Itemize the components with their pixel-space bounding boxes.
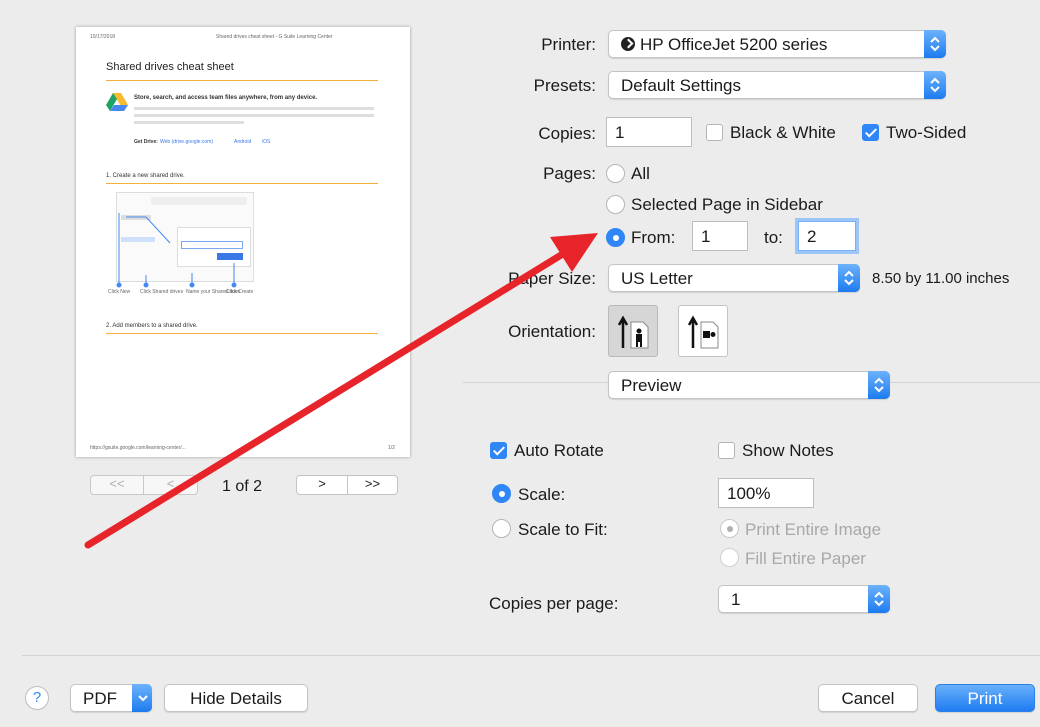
preview-divider: [106, 80, 378, 81]
pdf-chevron-down-icon: [132, 684, 152, 712]
pages-selected-radio[interactable]: [606, 195, 625, 214]
preview-step-4: Click Create: [226, 289, 254, 295]
copies-label: Copies:: [538, 124, 596, 143]
preview-back-nav: << <: [90, 475, 198, 495]
scale-to-fit-radio[interactable]: [492, 519, 511, 538]
preview-header-date: 10/17/2018: [90, 34, 116, 40]
paper-size-popup[interactable]: US Letter: [608, 264, 860, 292]
portrait-icon: [617, 315, 649, 349]
preview-link-ios: iOS: [262, 139, 271, 145]
preview-intro-heading: Store, search, and access team files any…: [134, 95, 318, 101]
presets-value: Default Settings: [621, 76, 742, 95]
auto-rotate-label: Auto Rotate: [514, 441, 604, 460]
pdf-menu-button[interactable]: PDF: [70, 684, 152, 712]
paper-size-dimensions: 8.50 by 11.00 inches: [872, 270, 1010, 287]
paper-size-chevron-icon: [838, 264, 860, 292]
copies-per-page-chevron-icon: [868, 585, 890, 613]
section-popup[interactable]: Preview: [608, 371, 890, 399]
preview-step-1: Click New: [108, 289, 131, 295]
pages-to-field[interactable]: 2: [798, 221, 856, 251]
portrait-orientation-button[interactable]: [608, 305, 658, 357]
preview-forward-nav: > >>: [296, 475, 398, 495]
printer-value: HP OfficeJet 5200 series: [640, 35, 828, 54]
help-button[interactable]: ?: [25, 686, 49, 710]
show-notes-label: Show Notes: [742, 441, 834, 460]
fill-entire-paper-radio[interactable]: [720, 548, 739, 567]
preview-link-android: Android: [234, 139, 252, 145]
pages-from-field[interactable]: 1: [692, 221, 748, 251]
preview-link-web: Web (drive.google.com): [160, 139, 213, 145]
preview-callout-lines: [116, 213, 237, 288]
pages-all-radio[interactable]: [606, 164, 625, 183]
pages-selected-label: Selected Page in Sidebar: [631, 195, 823, 214]
first-page-button[interactable]: <<: [91, 476, 143, 494]
pages-from-radio[interactable]: [606, 228, 625, 247]
preview-get-drive: Get Drive:: [134, 139, 158, 145]
preview-text-line: [134, 121, 244, 124]
next-page-button[interactable]: >: [297, 476, 347, 494]
pages-all-label: All: [631, 164, 650, 183]
preview-footer-page: 1/2: [388, 445, 395, 451]
preview-section-1: 1. Create a new shared drive.: [106, 173, 185, 179]
preview-text-line: [134, 114, 374, 117]
drive-logo-icon: [106, 93, 128, 111]
presets-popup[interactable]: Default Settings: [608, 71, 946, 99]
presets-label: Presets:: [533, 76, 596, 95]
last-page-button[interactable]: >>: [348, 476, 397, 494]
scale-radio[interactable]: [492, 484, 511, 503]
scale-field[interactable]: 100%: [718, 478, 814, 508]
pages-to-label: to:: [764, 228, 783, 247]
show-notes-checkbox[interactable]: [718, 442, 735, 459]
print-entire-image-radio[interactable]: [720, 519, 739, 538]
fill-entire-paper-label: Fill Entire Paper: [745, 549, 866, 568]
print-entire-image-label: Print Entire Image: [745, 520, 882, 539]
page-preview: 10/17/2018 Shared drives cheat sheet - G…: [76, 27, 410, 457]
two-sided-label: Two-Sided: [886, 123, 967, 142]
footer-separator: [22, 655, 1040, 656]
preview-header-title: Shared drives cheat sheet - G Suite Lear…: [216, 34, 333, 40]
pdf-label: PDF: [83, 689, 117, 708]
copies-per-page-value: 1: [731, 590, 741, 609]
printer-popup-chevron-icon: [924, 30, 946, 58]
preview-footer-url: https://gsuite.google.com/learning-cente…: [90, 445, 186, 451]
preview-title: Shared drives cheat sheet: [106, 61, 234, 73]
landscape-orientation-button[interactable]: [678, 305, 728, 357]
copies-per-page-label: Copies per page:: [489, 594, 619, 613]
printer-popup[interactable]: HP OfficeJet 5200 series: [608, 30, 946, 58]
preview-step-2: Click Shared drives: [140, 289, 184, 295]
section-popup-value: Preview: [621, 376, 682, 395]
printer-status-icon: [621, 37, 635, 51]
copies-per-page-popup[interactable]: 1: [718, 585, 890, 613]
paper-size-label: Paper Size:: [508, 269, 596, 288]
page-indicator: 1 of 2: [222, 478, 263, 495]
preview-text-line: [134, 107, 374, 110]
printer-label: Printer:: [541, 35, 596, 54]
preview-section-2: 2. Add members to a shared drive.: [106, 323, 198, 329]
preview-divider: [106, 183, 378, 184]
cancel-button[interactable]: Cancel: [818, 684, 918, 712]
auto-rotate-checkbox[interactable]: [490, 442, 507, 459]
landscape-icon: [687, 315, 719, 349]
pages-from-label: From:: [631, 228, 676, 247]
hide-details-button[interactable]: Hide Details: [164, 684, 308, 712]
black-white-label: Black & White: [730, 123, 836, 142]
two-sided-checkbox[interactable]: [862, 124, 879, 141]
scale-to-fit-label: Scale to Fit:: [518, 520, 608, 539]
black-white-checkbox[interactable]: [706, 124, 723, 141]
previous-page-button[interactable]: <: [144, 476, 197, 494]
scale-label: Scale:: [518, 485, 566, 504]
copies-field[interactable]: 1: [606, 117, 692, 147]
print-button[interactable]: Print: [935, 684, 1035, 712]
paper-size-value: US Letter: [621, 269, 693, 288]
pages-label: Pages:: [543, 164, 596, 183]
orientation-label: Orientation:: [508, 322, 596, 341]
presets-popup-chevron-icon: [924, 71, 946, 99]
section-popup-chevron-icon: [868, 371, 890, 399]
preview-divider: [106, 333, 378, 334]
